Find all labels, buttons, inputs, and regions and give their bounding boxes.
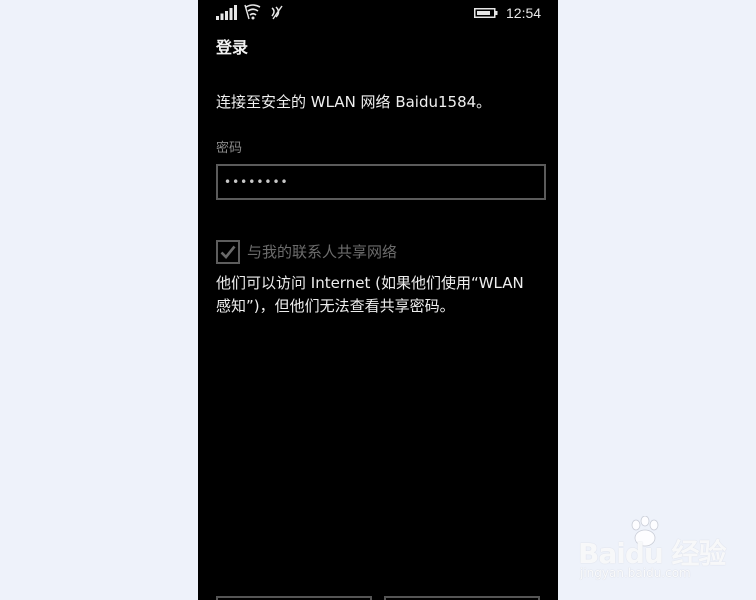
- share-network-checkbox[interactable]: [216, 240, 240, 264]
- page-title: 登录: [216, 38, 249, 57]
- phone-screen: 12:54 登录 连接至安全的 WLAN 网络 Baidu1584。 密码 与我…: [198, 0, 558, 600]
- data-connection-icon: [271, 5, 283, 20]
- watermark-url: jingyan.baidu.com: [580, 566, 691, 580]
- share-description: 他们可以访问 Internet (如果他们使用“WLAN 感知”)，但他们无法查…: [216, 274, 524, 315]
- bottom-button-bar: [198, 592, 558, 600]
- battery-icon: [474, 8, 498, 18]
- share-network-row[interactable]: 与我的联系人共享网络: [216, 239, 397, 265]
- signal-icon: [216, 5, 237, 20]
- wifi-icon: [244, 4, 261, 20]
- baidu-watermark: Baidu 经验 jingyan.baidu.com: [574, 516, 744, 586]
- connect-message: 连接至安全的 WLAN 网络 Baidu1584。: [216, 93, 492, 111]
- page-background: 12:54 登录 连接至安全的 WLAN 网络 Baidu1584。 密码 与我…: [0, 0, 756, 600]
- share-network-label: 与我的联系人共享网络: [247, 243, 398, 261]
- password-label: 密码: [216, 141, 243, 156]
- bottom-left-button[interactable]: [216, 596, 372, 600]
- status-bar: 12:54: [198, 0, 558, 26]
- bottom-right-button[interactable]: [384, 596, 540, 600]
- checkmark-icon: [220, 245, 236, 259]
- password-input[interactable]: [216, 164, 546, 200]
- status-time: 12:54: [506, 5, 542, 21]
